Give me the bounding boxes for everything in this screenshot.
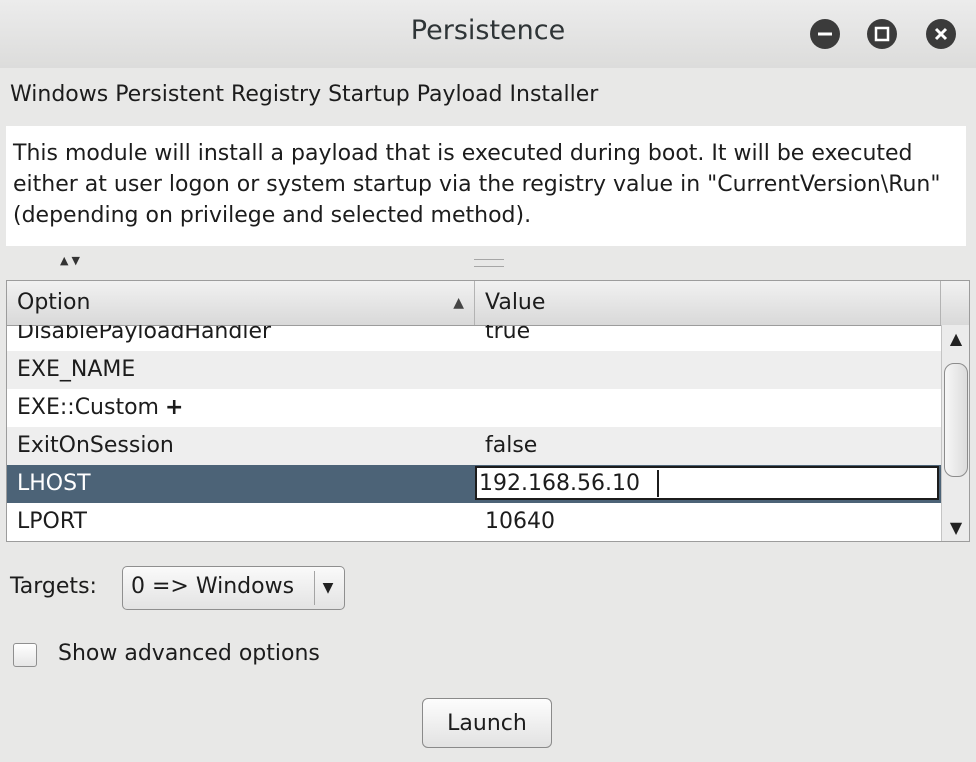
pane-splitter[interactable]: ▲▼ [0, 252, 976, 272]
table-body: DisablePayloadHandler true EXE_NAME EXE:… [7, 325, 941, 541]
scrollbar-thumb[interactable] [944, 363, 968, 477]
option-name: LHOST [17, 471, 91, 496]
table-row[interactable]: DisablePayloadHandler true [7, 325, 941, 351]
option-value[interactable]: true [485, 325, 530, 344]
module-description: This module will install a payload that … [6, 126, 966, 246]
option-name: LPORT [17, 509, 87, 534]
minimize-icon[interactable] [810, 19, 840, 49]
table-row[interactable]: EXE_NAME [7, 351, 941, 389]
text-caret [657, 470, 659, 497]
table-row[interactable]: EXE::Custom + [7, 389, 941, 427]
column-header-option[interactable]: Option ▲ [7, 281, 475, 325]
dropdown-arrow-icon[interactable]: ▼ [314, 571, 341, 605]
option-value[interactable]: false [485, 433, 537, 458]
table-row[interactable]: ExitOnSession false [7, 427, 941, 465]
launch-button[interactable]: Launch [422, 698, 552, 748]
show-advanced-checkbox[interactable] [13, 643, 37, 667]
targets-dropdown[interactable]: 0 => Windows ▼ [122, 566, 345, 610]
maximize-icon[interactable] [867, 19, 897, 49]
targets-selected: 0 => Windows [131, 574, 295, 599]
scroll-down-icon[interactable]: ▼ [942, 518, 969, 537]
table-row-selected[interactable]: LHOST [7, 465, 941, 503]
option-name: EXE::Custom + [17, 395, 184, 420]
close-icon[interactable] [926, 19, 956, 49]
module-name: Windows Persistent Registry Startup Payl… [10, 82, 599, 107]
lhost-value-input[interactable] [475, 466, 939, 500]
option-value[interactable]: 10640 [485, 509, 555, 534]
table-scrollbar[interactable]: ▲ ▼ [941, 325, 969, 541]
splitter-grip-icon[interactable] [474, 259, 504, 267]
option-name: DisablePayloadHandler [17, 325, 272, 344]
sort-ascending-icon: ▲ [453, 295, 464, 311]
persistence-dialog: Persistence Windows Persistent Registry … [0, 0, 976, 762]
show-advanced-label[interactable]: Show advanced options [58, 641, 320, 666]
options-table: Option ▲ Value DisablePayloadHandler tru… [6, 280, 970, 542]
table-header: Option ▲ Value [7, 281, 969, 326]
scroll-up-icon[interactable]: ▲ [942, 329, 969, 348]
option-name: ExitOnSession [17, 433, 174, 458]
option-name: EXE_NAME [17, 357, 136, 382]
targets-label: Targets: [10, 574, 97, 599]
table-row[interactable]: LPORT 10640 [7, 503, 941, 541]
expand-plus-icon[interactable]: + [165, 395, 183, 420]
splitter-arrows-icon[interactable]: ▲▼ [60, 254, 83, 267]
title-bar[interactable]: Persistence [0, 0, 976, 68]
column-header-value[interactable]: Value [475, 281, 941, 325]
